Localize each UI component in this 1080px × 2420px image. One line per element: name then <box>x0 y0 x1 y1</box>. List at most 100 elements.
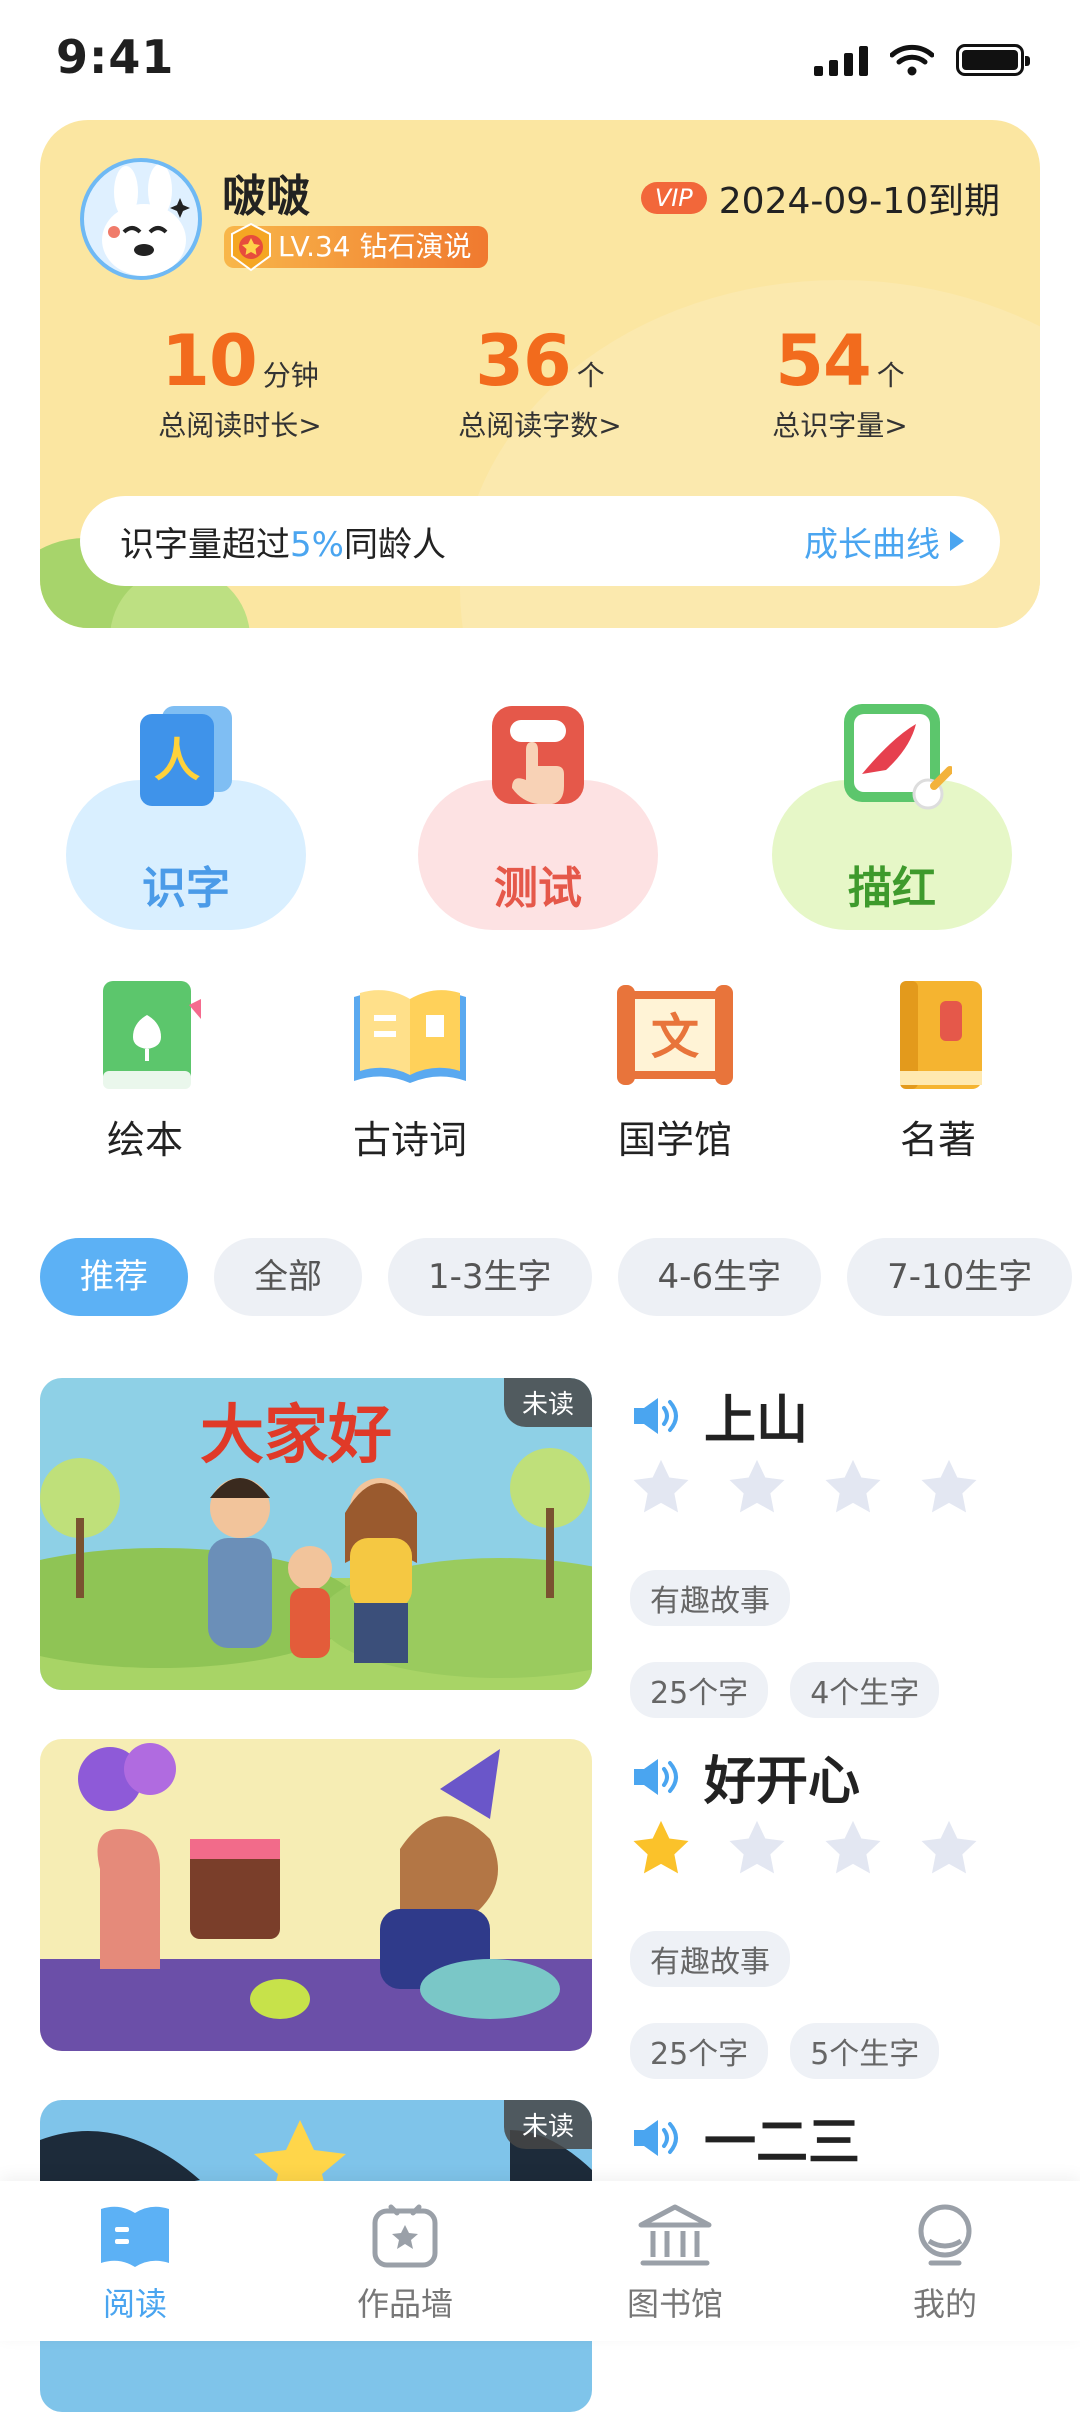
star-rating <box>630 1817 980 1879</box>
tag: 25个字 <box>630 1662 769 1718</box>
star-icon <box>921 1459 977 1513</box>
tab-label: 作品墙 <box>356 2285 453 2323</box>
signal-icon <box>814 44 868 76</box>
stat-value: 54 <box>775 320 871 402</box>
feature-label: 测试 <box>494 863 582 914</box>
battery-icon <box>956 44 1030 76</box>
book-title: 好开心 <box>704 1752 861 1812</box>
book-title: 一二三 <box>704 2113 861 2173</box>
chip-all[interactable]: 全部 <box>214 1238 362 1316</box>
book-item[interactable]: 大家好 未读 上山 有趣故事 25个字 4个生字 <box>40 1378 1040 1718</box>
vip-expiry: 2024-09-10到期 <box>718 181 1000 222</box>
library-icon <box>638 2204 712 2266</box>
stat-reading-time[interactable]: 10 分钟 总阅读时长> <box>90 320 390 444</box>
star-rating <box>630 1456 980 1518</box>
stat-label: 总阅读时长> <box>158 409 322 442</box>
tag: 有趣故事 <box>630 1570 790 1626</box>
tag: 有趣故事 <box>630 1931 790 1987</box>
tab-label: 阅读 <box>102 2285 167 2323</box>
status-time: 9:41 <box>56 30 175 84</box>
filter-chips: 推荐 全部 1-3生字 4-6生字 7-10生字 <box>40 1238 1073 1316</box>
tag: 4个生字 <box>790 1662 940 1718</box>
test-tap-icon <box>492 706 584 804</box>
star-icon <box>729 1820 785 1874</box>
svg-text:人: 人 <box>154 733 200 787</box>
tag: 25个字 <box>630 2023 769 2079</box>
frame-star-icon <box>372 2204 438 2268</box>
book-cover[interactable] <box>40 1739 592 2051</box>
stat-unit: 分钟 <box>262 359 319 392</box>
star-icon <box>729 1459 785 1513</box>
tab-label: 图书馆 <box>626 2285 723 2323</box>
unread-badge: 未读 <box>503 2100 592 2149</box>
cover-title: 大家好 <box>200 1399 392 1473</box>
stat-label: 总识字量> <box>772 409 908 442</box>
tag: 5个生字 <box>790 2023 940 2079</box>
play-arrow-icon <box>950 531 964 551</box>
status-bar: 9:41 <box>0 0 1080 120</box>
growth-bar: 识字量超过5%同龄人 成长曲线 <box>80 496 1000 586</box>
star-icon <box>633 1459 689 1513</box>
feature-label: 古诗词 <box>352 1118 467 1162</box>
star-icon <box>825 1459 881 1513</box>
stat-value: 36 <box>475 320 571 402</box>
unread-badge: 未读 <box>503 1378 592 1427</box>
speaker-icon[interactable] <box>632 2116 684 2160</box>
speaker-icon[interactable] <box>632 1755 684 1799</box>
medal-icon <box>231 222 271 272</box>
star-icon-filled <box>633 1820 689 1874</box>
stat-reading-words[interactable]: 36 个 总阅读字数> <box>390 320 690 444</box>
feature-test-button[interactable]: 测试 <box>418 700 668 940</box>
avatar[interactable] <box>80 158 202 280</box>
open-book-icon <box>354 990 466 1083</box>
feature-label: 描红 <box>848 863 936 914</box>
book-cover[interactable]: 大家好 未读 <box>40 1378 592 1690</box>
tab-label: 我的 <box>912 2285 977 2323</box>
stat-value: 10 <box>161 320 257 402</box>
stat-label: 总阅读字数> <box>458 409 622 442</box>
character-card-icon: 人 <box>140 706 232 806</box>
svg-text:文: 文 <box>651 1009 699 1065</box>
book-title: 上山 <box>704 1391 809 1451</box>
tab-mine[interactable]: 我的 <box>810 2181 1080 2341</box>
level-text: LV.34 钻石演说 <box>278 230 472 263</box>
feature-picture-book[interactable]: 绘本 <box>45 975 245 1164</box>
scroll-icon: 文 <box>617 985 733 1085</box>
feature-literacy-button[interactable]: 人 识字 <box>66 700 316 940</box>
book-tags: 有趣故事 25个字 4个生字 <box>630 1570 1040 1718</box>
feature-label: 名著 <box>899 1118 976 1162</box>
growth-text: 识字量超过5%同龄人 <box>120 524 446 565</box>
chip-1-3[interactable]: 1-3生字 <box>388 1238 592 1316</box>
chip-7-10[interactable]: 7-10生字 <box>847 1238 1073 1316</box>
level-badge: LV.34 钻石演说 <box>224 222 488 272</box>
tracing-icon <box>844 704 952 810</box>
stat-unit: 个 <box>876 359 905 392</box>
wifi-icon <box>890 44 934 76</box>
picture-book-icon <box>103 981 201 1089</box>
feature-tracing-button[interactable]: 描红 <box>772 700 1022 940</box>
book-tab-icon <box>101 2206 169 2267</box>
star-icon <box>825 1820 881 1874</box>
chip-recommended[interactable]: 推荐 <box>40 1238 188 1316</box>
profile-card: 啵啵 LV.34 钻石演说 VIP 2024-09-10到期 10 分钟 总阅读时… <box>40 120 1040 628</box>
tab-reading[interactable]: 阅读 <box>0 2181 270 2341</box>
tab-library[interactable]: 图书馆 <box>540 2181 810 2341</box>
feature-poetry[interactable]: 古诗词 <box>310 975 510 1164</box>
star-icon <box>921 1820 977 1874</box>
speaker-icon[interactable] <box>632 1394 684 1438</box>
book-item[interactable]: 好开心 有趣故事 25个字 5个生字 <box>40 1739 1040 2079</box>
stat-known-chars[interactable]: 54 个 总识字量> <box>690 320 990 444</box>
feature-label: 绘本 <box>106 1118 183 1162</box>
stat-unit: 个 <box>576 359 605 392</box>
growth-curve-link[interactable]: 成长曲线 <box>804 517 964 566</box>
user-name: 啵啵 <box>222 171 310 222</box>
classic-book-icon <box>900 981 982 1089</box>
feature-label: 国学馆 <box>617 1118 732 1162</box>
bottom-nav: 阅读 作品墙 图书馆 我的 <box>0 2181 1080 2341</box>
tab-works-wall[interactable]: 作品墙 <box>270 2181 540 2341</box>
feature-label: 识字 <box>142 863 230 914</box>
chip-4-6[interactable]: 4-6生字 <box>617 1238 822 1316</box>
feature-sinology[interactable]: 文 国学馆 <box>575 975 775 1164</box>
profile-icon <box>918 2204 972 2266</box>
feature-classics[interactable]: 名著 <box>838 975 1038 1164</box>
